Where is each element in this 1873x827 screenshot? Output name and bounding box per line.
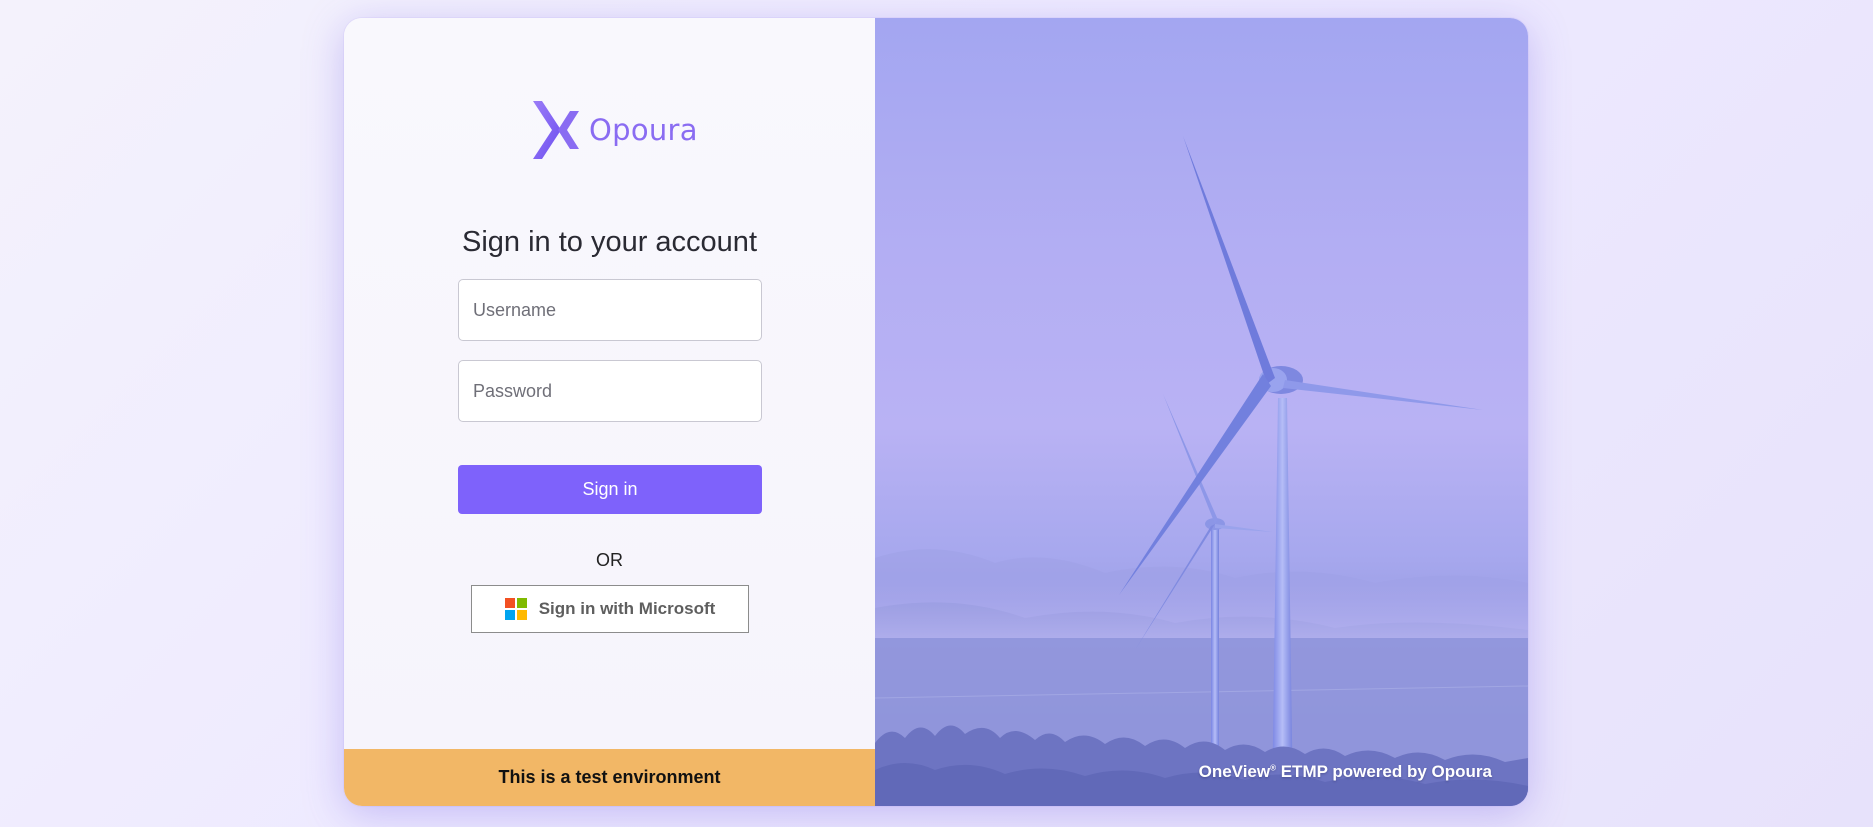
sign-in-microsoft-button[interactable]: Sign in with Microsoft <box>471 585 749 633</box>
login-card: Opoura Sign in to your account Sign in O… <box>344 18 1528 806</box>
page-title: Sign in to your account <box>461 226 757 258</box>
powered-by-footer: OneView® ETMP powered by Opoura <box>1199 762 1492 782</box>
password-input[interactable] <box>458 360 762 422</box>
footer-product: OneView <box>1198 762 1271 781</box>
sign-in-button[interactable]: Sign in <box>458 465 762 514</box>
brand-logo: Opoura <box>531 101 698 159</box>
wind-turbines-illustration <box>875 136 1528 806</box>
microsoft-logo-icon <box>504 598 527 620</box>
microsoft-button-label: Sign in with Microsoft <box>538 599 716 618</box>
footer-rest: ETMP powered by Opoura <box>1276 762 1492 781</box>
username-input[interactable] <box>458 279 762 341</box>
brand-name: Opoura <box>589 113 698 147</box>
or-divider: OR <box>596 550 623 570</box>
opoura-logo-icon <box>533 101 579 159</box>
hero-image: OneView® ETMP powered by Opoura <box>875 18 1528 806</box>
test-environment-banner: This is a test environment <box>344 749 875 806</box>
banner-text: This is a test environment <box>498 767 721 787</box>
login-panel: Opoura Sign in to your account Sign in O… <box>344 18 875 806</box>
